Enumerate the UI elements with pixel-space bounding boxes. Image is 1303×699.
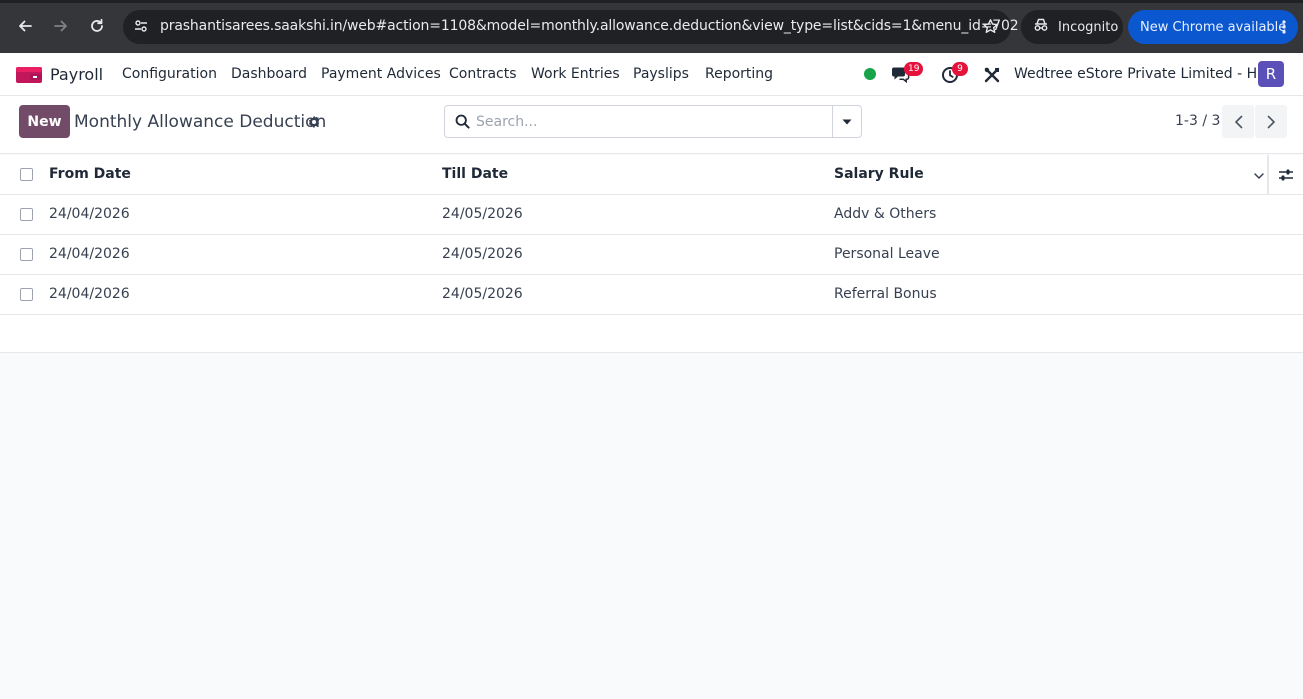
till-date-cell: 24/05/2026 bbox=[442, 206, 523, 222]
pager-value[interactable]: 1-3 / 3 bbox=[1175, 113, 1220, 129]
presence-status-dot bbox=[864, 68, 876, 80]
till-date-cell: 24/05/2026 bbox=[442, 286, 523, 302]
new-chrome-available-button[interactable]: New Chrome available bbox=[1128, 10, 1298, 44]
menu-dashboard[interactable]: Dashboard bbox=[231, 66, 307, 82]
tab-strip-edge bbox=[0, 0, 1303, 3]
browser-toolbar: prashantisarees.saakshi.in/web#action=11… bbox=[0, 0, 1303, 53]
forward-arrow-icon[interactable] bbox=[50, 15, 72, 37]
salary-rule-cell: Addv & Others bbox=[834, 206, 937, 222]
from-date-cell: 24/04/2026 bbox=[49, 246, 130, 262]
pager-next-button[interactable] bbox=[1255, 105, 1287, 138]
menu-contracts[interactable]: Contracts bbox=[449, 66, 517, 82]
activities-count-badge: 9 bbox=[952, 62, 968, 76]
incognito-label: Incognito bbox=[1058, 19, 1119, 35]
table-header: From Date Till Date Salary Rule bbox=[0, 155, 1303, 195]
menu-payment-advices[interactable]: Payment Advices bbox=[321, 66, 441, 82]
search-icon bbox=[455, 114, 470, 133]
back-arrow-icon[interactable] bbox=[14, 15, 36, 37]
chevron-right-icon bbox=[1267, 115, 1275, 128]
menu-reporting[interactable]: Reporting bbox=[705, 66, 773, 82]
row-checkbox[interactable] bbox=[20, 288, 33, 301]
update-label: New Chrome available bbox=[1140, 19, 1287, 35]
search-input[interactable] bbox=[476, 109, 826, 134]
search-bar bbox=[444, 105, 862, 138]
menu-work-entries[interactable]: Work Entries bbox=[531, 66, 620, 82]
menu-payslips[interactable]: Payslips bbox=[633, 66, 689, 82]
chevron-down-icon[interactable] bbox=[1253, 167, 1265, 186]
debug-tools-icon[interactable] bbox=[981, 64, 1003, 86]
search-options-toggle[interactable] bbox=[832, 106, 861, 137]
address-bar[interactable]: prashantisarees.saakshi.in/web#action=11… bbox=[123, 10, 1019, 44]
incognito-indicator[interactable]: Incognito bbox=[1021, 10, 1123, 44]
table-row[interactable]: 24/04/2026 24/05/2026 Referral Bonus bbox=[0, 275, 1303, 315]
incognito-icon bbox=[1032, 17, 1050, 37]
payroll-app-icon[interactable] bbox=[16, 65, 42, 85]
new-button[interactable]: New bbox=[19, 105, 70, 138]
user-avatar[interactable]: R bbox=[1258, 61, 1284, 87]
column-header-salary-rule[interactable]: Salary Rule bbox=[834, 166, 924, 182]
messages-count-badge: 19 bbox=[904, 62, 924, 76]
column-header-from-date[interactable]: From Date bbox=[49, 166, 131, 182]
select-all-checkbox[interactable] bbox=[20, 168, 33, 181]
row-checkbox[interactable] bbox=[20, 248, 33, 261]
address-url[interactable]: prashantisarees.saakshi.in/web#action=11… bbox=[160, 18, 1019, 34]
table-row[interactable]: 24/04/2026 24/05/2026 Personal Leave bbox=[0, 235, 1303, 275]
main-navbar: Payroll Configuration Dashboard Payment … bbox=[0, 53, 1303, 96]
menu-configuration[interactable]: Configuration bbox=[122, 66, 217, 82]
table-row[interactable]: 24/04/2026 24/05/2026 Addv & Others bbox=[0, 195, 1303, 235]
pager-previous-button[interactable] bbox=[1222, 105, 1254, 138]
more-vert-icon[interactable] bbox=[1282, 20, 1286, 38]
optional-columns-sliders-icon[interactable] bbox=[1267, 155, 1303, 195]
salary-rule-cell: Referral Bonus bbox=[834, 286, 937, 302]
row-checkbox[interactable] bbox=[20, 208, 33, 221]
from-date-cell: 24/04/2026 bbox=[49, 206, 130, 222]
site-settings-icon[interactable] bbox=[133, 18, 149, 38]
gear-icon[interactable] bbox=[307, 114, 321, 133]
bookmark-star-icon[interactable] bbox=[982, 18, 999, 39]
company-switcher[interactable]: Wedtree eStore Private Limited - HO bbox=[1014, 66, 1268, 82]
caret-down-icon bbox=[842, 119, 852, 124]
column-header-till-date[interactable]: Till Date bbox=[442, 166, 508, 182]
salary-rule-cell: Personal Leave bbox=[834, 246, 940, 262]
page-title: Monthly Allowance Deduction bbox=[74, 112, 327, 132]
chevron-left-icon bbox=[1234, 115, 1242, 128]
from-date-cell: 24/04/2026 bbox=[49, 286, 130, 302]
table-footer bbox=[0, 315, 1303, 353]
app-name[interactable]: Payroll bbox=[50, 65, 103, 84]
reload-icon[interactable] bbox=[86, 15, 108, 37]
till-date-cell: 24/05/2026 bbox=[442, 246, 523, 262]
list-view-table: From Date Till Date Salary Rule 24/04/20… bbox=[0, 155, 1303, 353]
control-panel: New Monthly Allowance Deduction 1-3 / 3 bbox=[0, 96, 1303, 154]
